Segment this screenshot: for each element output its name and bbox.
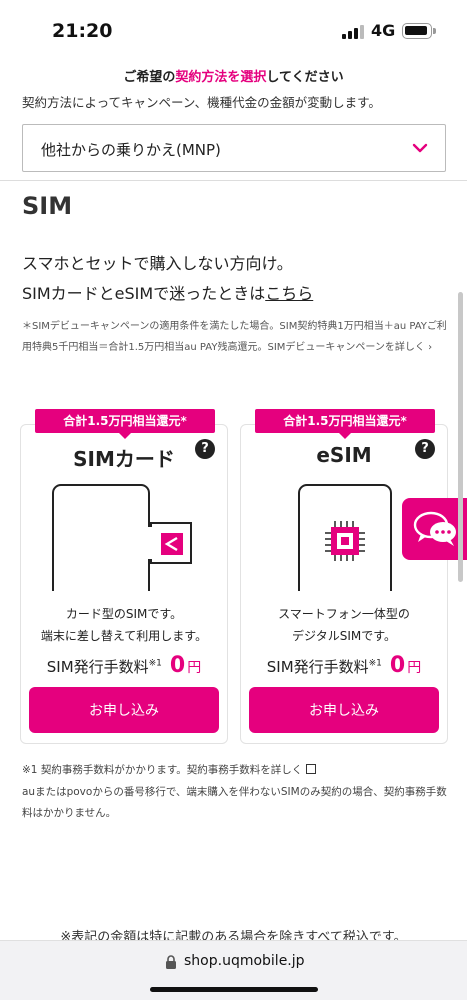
compare-link[interactable]: こちら — [265, 284, 313, 303]
card-description-2: デジタルSIMです。 — [291, 629, 397, 643]
fee-label: SIM発行手数料 — [46, 658, 149, 676]
help-icon[interactable]: ? — [415, 439, 435, 459]
network-type: 4G — [371, 21, 396, 40]
help-icon[interactable]: ? — [195, 439, 215, 459]
card-description: スマートフォン一体型の — [278, 607, 410, 621]
browser-url-bar[interactable]: shop.uqmobile.jp — [0, 940, 467, 1000]
status-bar: 21:20 4G — [0, 0, 467, 62]
fee-amount: 0 — [169, 653, 186, 678]
section-divider — [0, 180, 467, 181]
contract-method-select[interactable]: 他社からの乗りかえ(MNP) — [22, 124, 446, 172]
home-indicator[interactable] — [150, 987, 318, 992]
fee-label: SIM発行手数料 — [266, 658, 369, 676]
apply-sim-card-button[interactable]: お申し込み — [29, 687, 219, 733]
section-heading: SIM — [22, 192, 73, 220]
fee-amount: 0 — [389, 653, 406, 678]
scrollbar[interactable] — [458, 292, 463, 582]
fee-footnote[interactable]: ※1 契約事務手数料がかかります。契約事務手数料を詳しく — [22, 762, 317, 777]
fee-unit: 円 — [187, 660, 202, 676]
chat-icon — [413, 511, 456, 546]
apply-esim-button[interactable]: お申し込み — [249, 687, 439, 733]
select-note: 契約方法によってキャンペーン、機種代金の金額が変動します。 — [22, 95, 381, 110]
external-link-icon — [306, 764, 317, 774]
chevron-down-icon — [412, 143, 428, 153]
contract-method-value: 他社からの乗りかえ(MNP) — [41, 141, 221, 159]
fee-row: SIM発行手数料※1 0 円 — [241, 653, 447, 678]
chevron-right-icon: › — [428, 342, 433, 353]
sim-card-illustration — [52, 484, 192, 591]
fee-unit: 円 — [407, 660, 422, 676]
card-description-2: 端末に差し替えて利用します。 — [40, 629, 208, 643]
fee-footnote-mark: ※1 — [148, 658, 162, 669]
fee-footnote-mark: ※1 — [368, 658, 382, 669]
status-time: 21:20 — [52, 20, 113, 42]
select-title: ご希望の契約方法を選択してください — [123, 70, 344, 85]
lock-icon — [166, 955, 176, 969]
sim-card-plan: 合計1.5万円相当還元* SIMカード ? カード型のSIMです。 端末に差し替… — [20, 409, 228, 744]
fee-footnote-2: auまたはpovoからの番号移行で、端末購入を伴わないSIMのみ契約の場合、契約… — [22, 786, 447, 819]
select-title-accent: 契約方法を選択 — [175, 70, 267, 85]
card-description: カード型のSIMです。 — [65, 607, 183, 621]
lead-text-2: SIMカードとeSIMで迷ったときはこちら — [22, 284, 314, 303]
esim-illustration — [298, 484, 392, 591]
lead-text: スマホとセットで購入しない方向け。 — [22, 254, 293, 273]
esim-plan: 合計1.5万円相当還元* eSIM ? スマートフォン一体型の デジタルSIMで… — [240, 409, 448, 744]
battery-icon — [402, 23, 436, 39]
fee-row: SIM発行手数料※1 0 円 — [21, 653, 227, 678]
campaign-badge: 合計1.5万円相当還元* — [255, 409, 435, 439]
signal-icon — [342, 25, 364, 39]
url-text: shop.uqmobile.jp — [184, 953, 305, 969]
campaign-note[interactable]: ＊SIMデビューキャンペーンの適用条件を満たした場合。SIM契約特典1万円相当＋… — [22, 316, 448, 358]
campaign-badge: 合計1.5万円相当還元* — [35, 409, 215, 439]
